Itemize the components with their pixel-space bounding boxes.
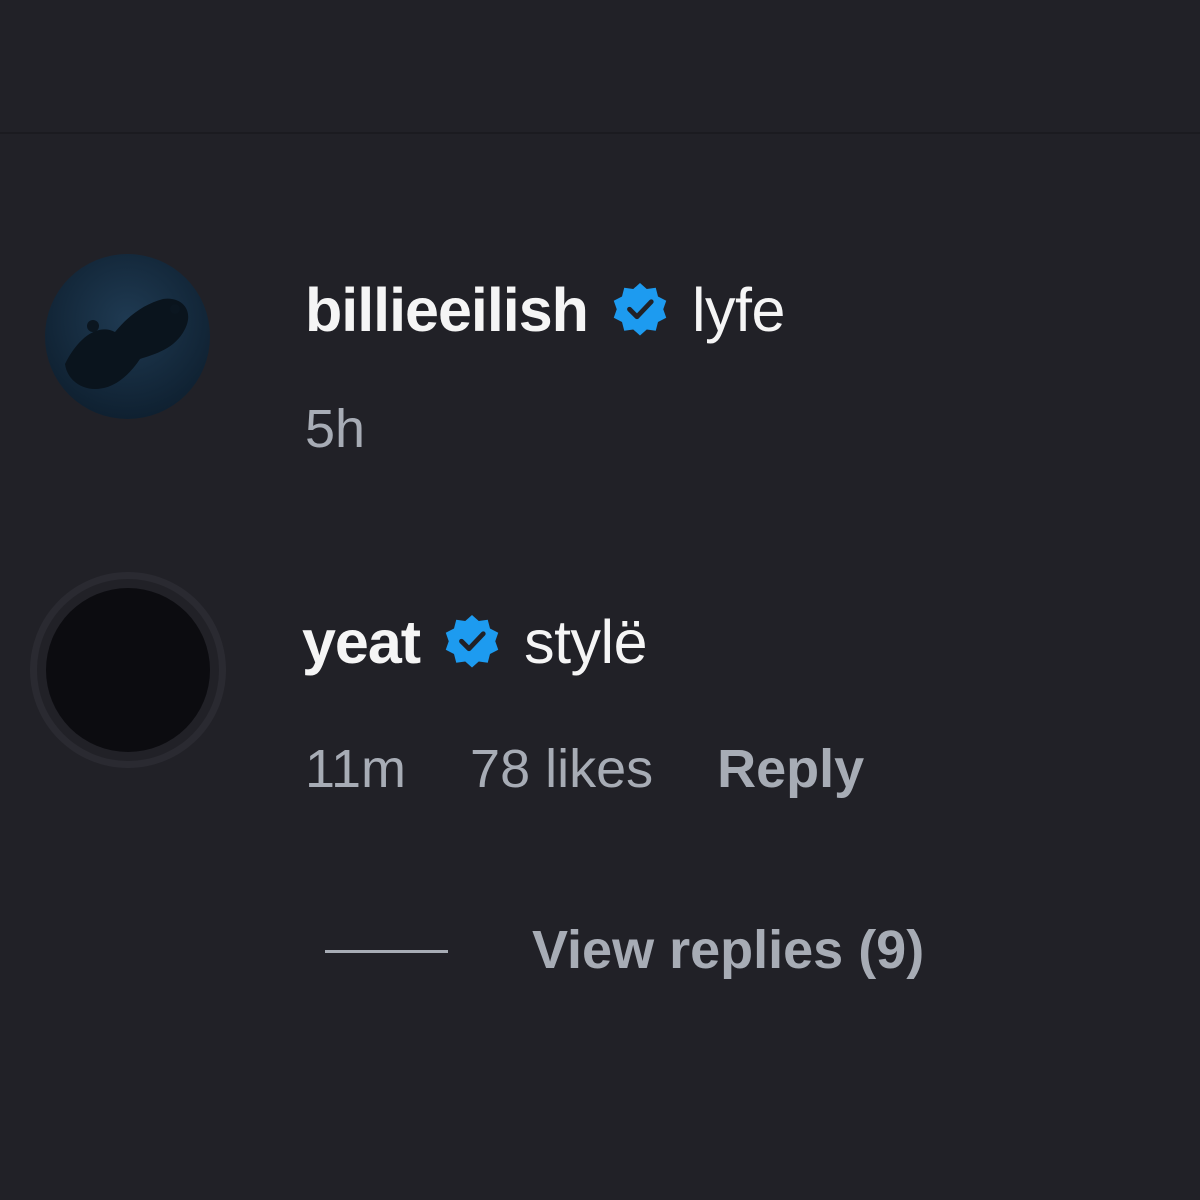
header-area [0, 0, 1200, 134]
replies-divider [325, 950, 448, 953]
like-count[interactable]: 78 likes [470, 738, 653, 800]
verified-badge-icon [610, 280, 670, 340]
avatar[interactable] [45, 254, 210, 419]
avatar[interactable] [28, 570, 228, 770]
comment-text: stylë [524, 608, 648, 676]
comment-timestamp: 5h [305, 399, 366, 459]
comment-username[interactable]: yeat [302, 607, 421, 677]
reply-button[interactable]: Reply [717, 738, 864, 800]
comment-username[interactable]: billieeilish [305, 275, 589, 345]
view-replies-row: View replies (9) [0, 915, 1200, 995]
comment-text: lyfe [691, 276, 785, 344]
view-replies-button[interactable]: View replies (9) [532, 919, 924, 981]
story-ring-icon [30, 572, 226, 768]
verified-badge-icon [442, 612, 502, 672]
underwater-photo-icon [45, 254, 210, 419]
comment-timestamp: 11m [305, 739, 407, 799]
